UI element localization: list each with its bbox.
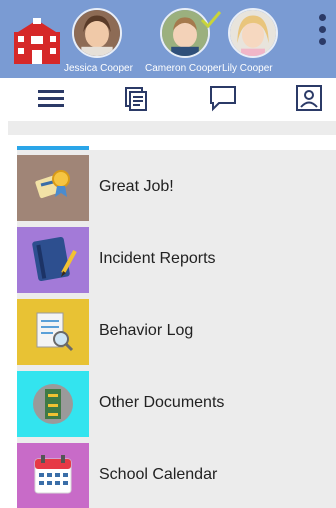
menu-item-other-documents[interactable]: Other Documents bbox=[17, 366, 336, 438]
menu-item-label: Incident Reports bbox=[99, 250, 216, 267]
divider-strip bbox=[8, 121, 336, 135]
selected-check-icon bbox=[200, 11, 222, 29]
award-icon bbox=[17, 155, 89, 221]
child-avatar-jessica[interactable] bbox=[72, 8, 122, 58]
log-magnifier-icon bbox=[17, 299, 89, 365]
child-avatar-lily[interactable] bbox=[228, 8, 278, 58]
menu-item-label: Behavior Log bbox=[99, 322, 194, 339]
toolbar bbox=[0, 78, 336, 118]
menu-item-label: Great Job! bbox=[99, 178, 174, 195]
chat-bubble-icon[interactable] bbox=[208, 84, 238, 112]
file-cabinet-icon bbox=[17, 371, 89, 437]
profile-card-icon[interactable] bbox=[294, 84, 324, 112]
menu-item-school-calendar[interactable]: School Calendar bbox=[17, 438, 336, 508]
notebook-pen-icon bbox=[17, 227, 89, 293]
menu-list: Great Job! Incident Reports Behavior Log bbox=[17, 150, 336, 508]
child-name-label: Jessica Cooper bbox=[64, 63, 133, 74]
school-icon[interactable] bbox=[12, 18, 62, 64]
profile-header: Jessica Cooper Cameron Cooper Lily Coope… bbox=[0, 0, 336, 78]
child-name-label: Cameron Cooper bbox=[145, 63, 222, 74]
menu-item-great-job[interactable]: Great Job! bbox=[17, 150, 336, 222]
menu-item-label: School Calendar bbox=[99, 466, 218, 483]
child-name-label: Lily Cooper bbox=[222, 63, 273, 74]
menu-item-behavior-log[interactable]: Behavior Log bbox=[17, 294, 336, 366]
menu-item-label: Other Documents bbox=[99, 394, 225, 411]
documents-stack-icon[interactable] bbox=[122, 84, 152, 112]
more-options-icon[interactable] bbox=[316, 14, 328, 54]
hamburger-menu-icon[interactable] bbox=[36, 84, 66, 112]
menu-item-incident-reports[interactable]: Incident Reports bbox=[17, 222, 336, 294]
calendar-icon bbox=[17, 443, 89, 508]
